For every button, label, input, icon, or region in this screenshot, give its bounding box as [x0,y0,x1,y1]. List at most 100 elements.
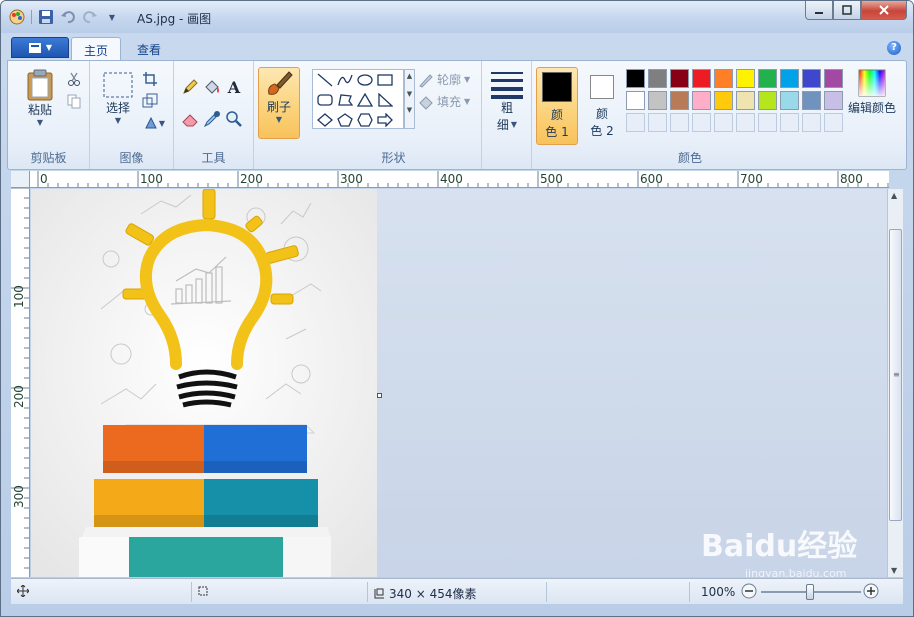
scroll-thumb[interactable]: ≡ [889,229,902,521]
palette-swatch[interactable] [780,69,799,88]
palette-swatch[interactable] [736,91,755,110]
fill-shape-button[interactable]: 填充 ▼ [418,93,470,110]
shape-hexagon-icon[interactable] [355,111,375,129]
shape-triangle-icon[interactable] [355,91,375,109]
palette-custom-slot[interactable] [736,113,755,132]
eraser-icon[interactable] [180,109,200,129]
shape-line-icon[interactable] [315,71,335,89]
shapes-expand-icon[interactable]: ▼ [405,106,414,114]
window-controls [805,1,907,20]
palette-custom-slot[interactable] [692,113,711,132]
palette-custom-slot[interactable] [714,113,733,132]
size-button[interactable]: 粗 细 ▼ [487,69,527,133]
palette-custom-slot[interactable] [758,113,777,132]
group-image: 选择 ▼ ▼ 图像 [90,61,174,169]
palette-swatch[interactable] [648,91,667,110]
shape-polygon-icon[interactable] [335,91,355,109]
select-button[interactable]: 选择 ▼ [98,71,138,125]
color1-button[interactable]: 颜 色 1 [536,67,578,145]
undo-icon[interactable] [60,9,76,25]
resize-icon[interactable] [140,91,160,111]
shape-right-triangle-icon[interactable] [375,91,395,109]
maximize-button[interactable] [833,1,861,20]
text-icon[interactable]: A [224,77,244,97]
rotate-icon[interactable]: ▼ [140,113,168,133]
redo-icon[interactable] [82,9,98,25]
zoom-out-icon[interactable] [741,583,757,599]
color-picker-icon[interactable] [202,109,222,129]
shapes-scroll-up-icon[interactable]: ▲ [405,72,414,80]
palette-swatch[interactable] [692,91,711,110]
image-group-label: 图像 [119,151,144,165]
palette-swatch[interactable] [780,91,799,110]
palette-custom-slot[interactable] [670,113,689,132]
status-separator [546,582,547,602]
close-button[interactable] [861,1,907,20]
palette-swatch[interactable] [802,91,821,110]
size-label-2: 细 [496,118,509,132]
palette-swatch[interactable] [758,69,777,88]
shape-arrow-icon[interactable] [375,111,395,129]
pencil-icon[interactable] [180,77,200,97]
resize-handle[interactable] [377,393,382,398]
palette-custom-slot[interactable] [626,113,645,132]
minimize-button[interactable] [805,1,833,20]
shape-rounded-rect-icon[interactable] [315,91,335,109]
paint-app-icon[interactable] [9,9,25,25]
crop-icon[interactable] [140,69,160,89]
shape-oval-icon[interactable] [355,71,375,89]
palette-swatch[interactable] [824,91,843,110]
palette-swatch[interactable] [714,69,733,88]
save-icon[interactable] [38,9,54,25]
color2-button[interactable]: 颜 色 2 [582,67,622,145]
shapes-scroll-down-icon[interactable]: ▼ [405,90,414,98]
shape-pentagon-icon[interactable] [335,111,355,129]
baidu-watermark: Baidu经验 [701,529,858,564]
palette-swatch[interactable] [802,69,821,88]
fill-shape-icon [419,95,433,110]
palette-swatch[interactable] [670,69,689,88]
image-size-text: 340 × 454像素 [389,587,477,601]
palette-swatch[interactable] [626,91,645,110]
magnifier-icon[interactable] [224,109,244,129]
shape-curve-icon[interactable] [335,71,355,89]
palette-custom-slot[interactable] [802,113,821,132]
tab-view[interactable]: 查看 [125,37,173,60]
scroll-down-icon[interactable]: ▼ [891,566,897,575]
ruler-mark: 200 [240,172,263,186]
shape-diamond-icon[interactable] [315,111,335,129]
vertical-scrollbar[interactable]: ▲ ≡ ▼ [887,189,903,577]
shape-rectangle-icon[interactable] [375,71,395,89]
canvas-image[interactable] [31,189,377,577]
cut-icon[interactable] [64,69,84,89]
palette-swatch[interactable] [736,69,755,88]
palette-custom-slot[interactable] [780,113,799,132]
shapes-scroll[interactable]: ▲ ▼ ▼ [404,69,415,129]
fill-icon[interactable] [202,77,222,97]
scroll-up-icon[interactable]: ▲ [891,191,897,200]
copy-icon[interactable] [64,91,84,111]
canvas-area[interactable]: Baidu经验 jingyan.baidu.com [31,189,887,577]
paint-menu-button[interactable]: ▼ [11,37,69,58]
outline-caret-icon: ▼ [464,75,471,84]
outline-button[interactable]: 轮廓 ▼ [418,71,470,88]
palette-swatch[interactable] [648,69,667,88]
zoom-in-icon[interactable] [863,583,879,599]
zoom-slider-thumb[interactable] [806,584,814,600]
palette-swatch[interactable] [626,69,645,88]
brush-icon [268,71,293,95]
palette-swatch[interactable] [692,69,711,88]
palette-custom-slot[interactable] [824,113,843,132]
paste-button[interactable]: 粘贴 ▼ [18,69,62,127]
palette-swatch[interactable] [824,69,843,88]
palette-swatch[interactable] [670,91,689,110]
palette-swatch[interactable] [714,91,733,110]
brush-button[interactable]: 刷子 ▼ [258,67,300,139]
tab-home[interactable]: 主页 [71,37,122,60]
edit-colors-button[interactable]: 编辑颜色 [842,69,902,116]
lightbulb-stairs-image [31,189,377,577]
palette-swatch[interactable] [758,91,777,110]
palette-custom-slot[interactable] [648,113,667,132]
help-icon[interactable]: ? [887,41,901,55]
customize-qat-icon[interactable]: ▼ [104,9,120,25]
